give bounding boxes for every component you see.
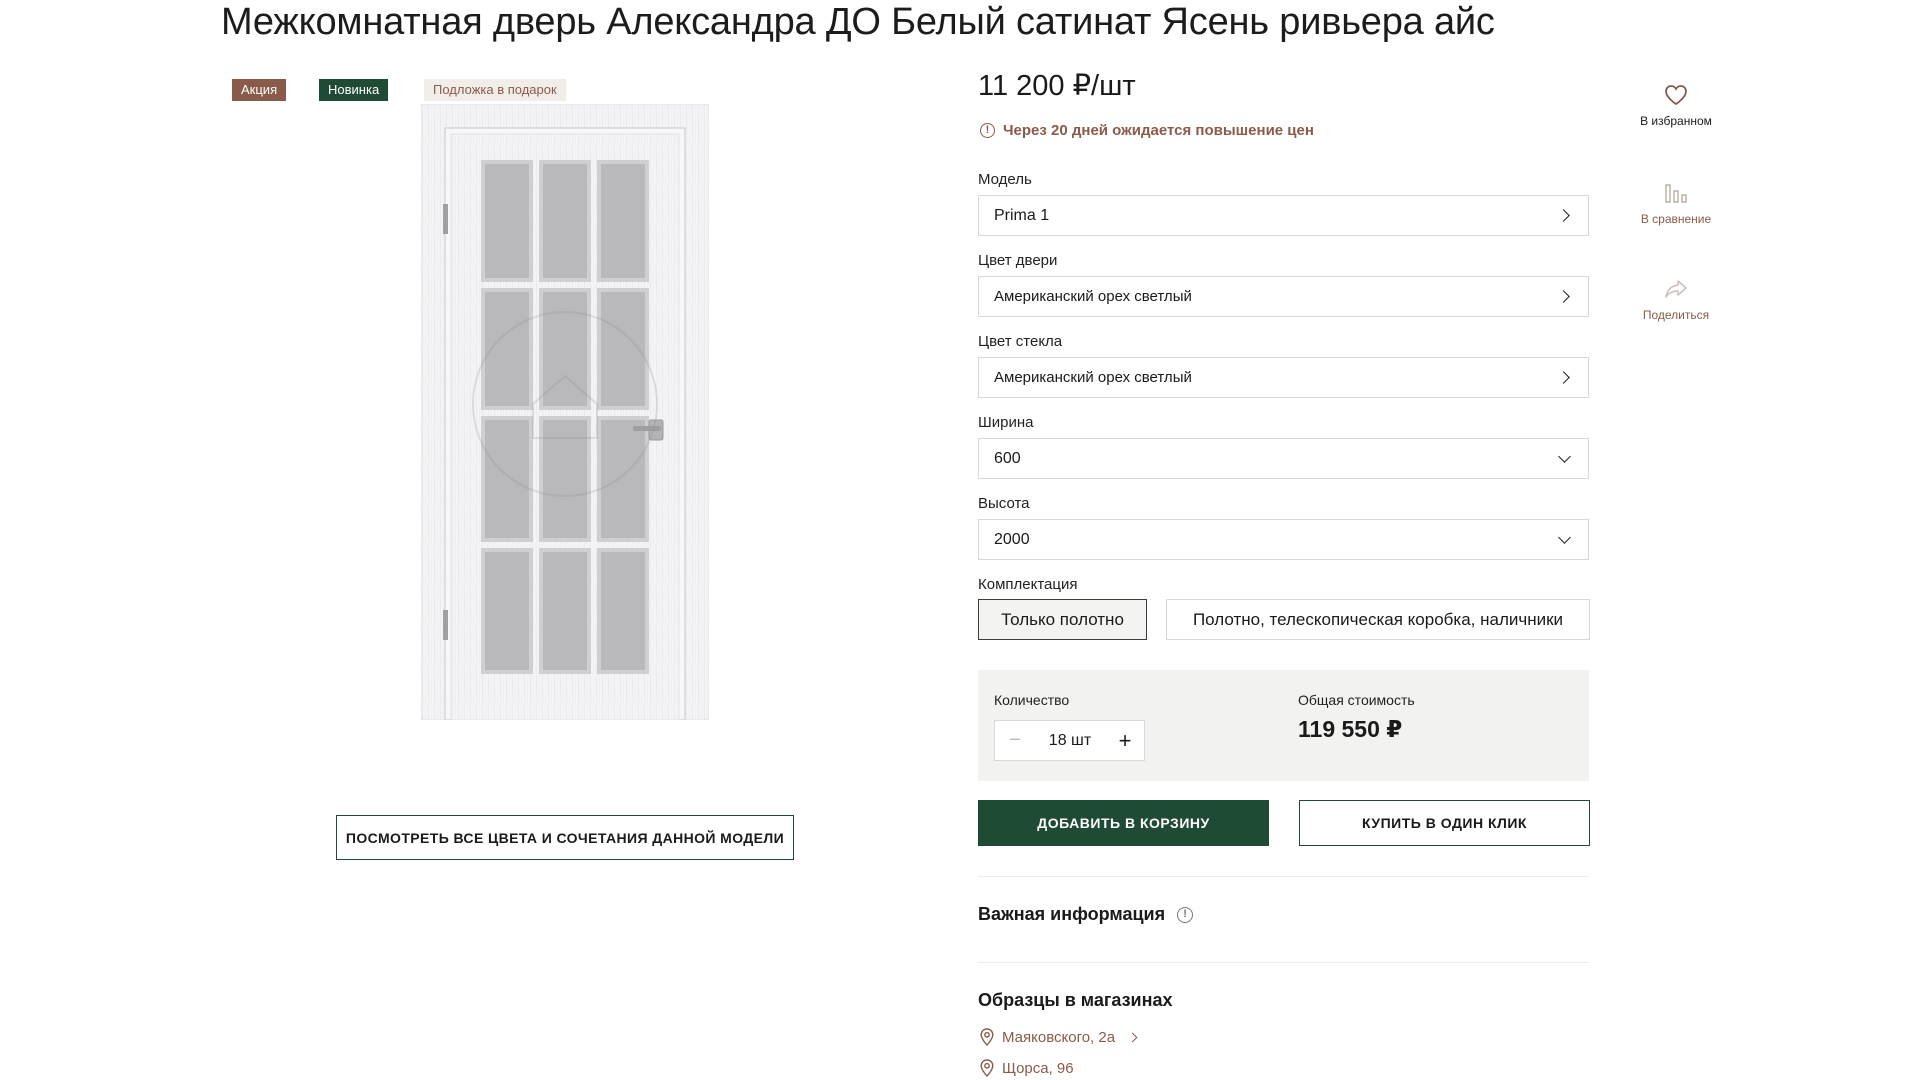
share-label: Поделиться <box>1642 308 1710 322</box>
quantity-stepper[interactable]: − 18 шт + <box>994 720 1145 761</box>
info-circle-icon: ! <box>1177 906 1194 923</box>
store-address: Маяковского, 2а <box>1002 1028 1116 1046</box>
kit-label: Комплектация <box>978 576 1078 593</box>
compare-button[interactable]: В сравнение <box>1626 182 1726 226</box>
product-title: Межкомнатная дверь Александра ДО Белый с… <box>221 1 1495 43</box>
store-link[interactable]: Маяковского, 2а <box>980 1028 1138 1046</box>
new-badge: Новинка <box>319 79 389 101</box>
product-image[interactable] <box>420 103 710 721</box>
chevron-down-icon <box>1558 530 1571 544</box>
share-arrow-icon <box>1665 280 1687 298</box>
exclamation-circle-icon: ! <box>980 122 995 138</box>
width-label: Ширина <box>978 414 1034 431</box>
height-select[interactable]: 2000 <box>978 519 1589 560</box>
samples-title: Образцы в магазинах <box>978 990 1173 1010</box>
increment-button[interactable]: + <box>1105 721 1145 760</box>
decrement-button[interactable]: − <box>995 721 1035 760</box>
store-link[interactable]: Щорса, 96 <box>980 1059 1074 1077</box>
total-cost-label: Общая стоимость <box>1298 692 1415 708</box>
price: 11 200 ₽/шт <box>978 70 1136 102</box>
chevron-down-icon <box>1558 449 1571 463</box>
share-button[interactable]: Поделиться <box>1626 278 1726 322</box>
chevron-right-icon <box>1127 1032 1138 1042</box>
store-address: Щорса, 96 <box>1002 1059 1074 1077</box>
divider <box>978 876 1589 877</box>
quantity-value[interactable]: 18 шт <box>1035 721 1105 760</box>
glass-color-select[interactable]: Американский орех светлый <box>978 357 1589 398</box>
kit-option-blade-only[interactable]: Только полотно <box>978 599 1147 640</box>
gift-badge: Подложка в подарок <box>424 79 566 101</box>
total-cost-value: 119 550 ₽ <box>1298 716 1403 742</box>
door-color-value: Американский орех светлый <box>994 288 1192 305</box>
favorite-label: В избранном <box>1640 114 1712 128</box>
important-info-label: Важная информация <box>978 904 1166 924</box>
width-value: 600 <box>994 449 1021 467</box>
model-select[interactable]: Prima 1 <box>978 195 1589 236</box>
compare-label: В сравнение <box>1640 212 1712 226</box>
door-illustration <box>420 103 710 721</box>
model-label: Модель <box>978 171 1032 188</box>
chevron-right-icon <box>1557 371 1570 384</box>
glass-color-value: Американский орех светлый <box>994 369 1192 386</box>
chevron-right-icon <box>1557 209 1570 222</box>
bar-chart-icon <box>1665 184 1687 203</box>
kit-option-full-set[interactable]: Полотно, телескопическая коробка, наличн… <box>1166 599 1590 640</box>
glass-color-label: Цвет стекла <box>978 333 1063 350</box>
map-pin-icon <box>980 1028 994 1046</box>
door-color-select[interactable]: Американский орех светлый <box>978 276 1589 317</box>
price-increase-warning: ! Через 20 дней ожидается повышение цен <box>980 119 1314 141</box>
map-pin-icon <box>980 1059 994 1077</box>
buy-one-click-button[interactable]: КУПИТЬ В ОДИН КЛИК <box>1299 800 1590 846</box>
quantity-label: Количество <box>994 692 1070 708</box>
sale-badge: Акция <box>232 79 287 101</box>
heart-icon <box>1665 85 1687 106</box>
quantity-panel: Количество − 18 шт + Общая стоимость 119… <box>978 670 1589 781</box>
door-color-label: Цвет двери <box>978 252 1058 269</box>
price-increase-warning-text: Через 20 дней ожидается повышение цен <box>1003 121 1314 139</box>
width-select[interactable]: 600 <box>978 438 1589 479</box>
favorite-button[interactable]: В избранном <box>1626 84 1726 128</box>
height-value: 2000 <box>994 530 1030 548</box>
important-info-toggle[interactable]: Важная информация ! <box>978 904 1194 925</box>
model-value: Prima 1 <box>994 206 1050 224</box>
chevron-right-icon <box>1557 290 1570 303</box>
view-all-colors-button[interactable]: ПОСМОТРЕТЬ ВСЕ ЦВЕТА И СОЧЕТАНИЯ ДАННОЙ … <box>336 815 794 860</box>
height-label: Высота <box>978 495 1030 512</box>
divider <box>978 962 1589 963</box>
add-to-cart-button[interactable]: ДОБАВИТЬ В КОРЗИНУ <box>978 800 1269 846</box>
